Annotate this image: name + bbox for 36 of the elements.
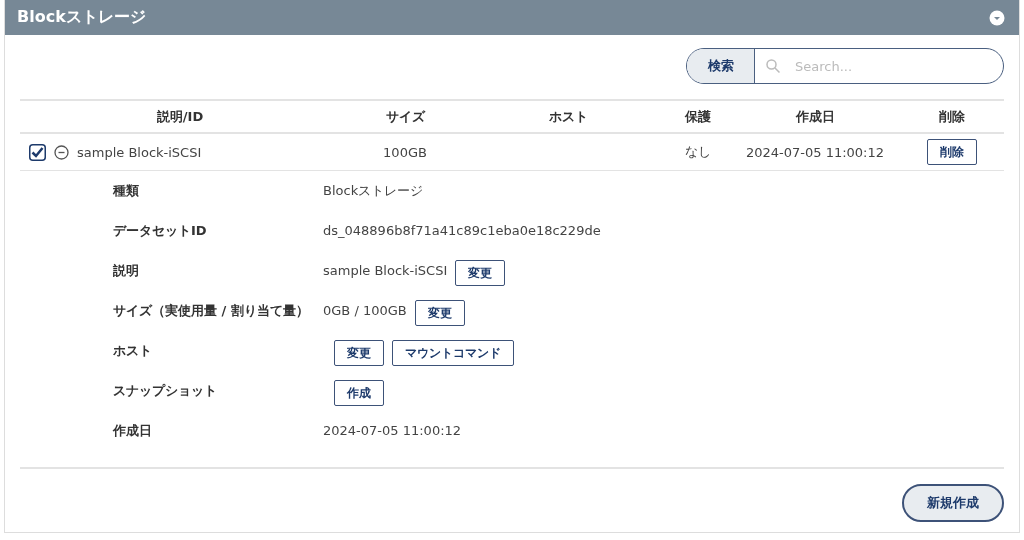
column-header: 作成日 <box>794 107 836 126</box>
action-button[interactable]: 変更 <box>414 300 465 326</box>
detail-value: ds_048896b8f71a41c89c1eba0e18c229de <box>323 222 601 240</box>
column-header: 削除 <box>938 107 966 126</box>
detail-value: 2024-07-05 11:00:12 <box>323 422 462 440</box>
detail-label: 作成日 <box>113 422 153 440</box>
column-header: 保護 <box>683 107 712 126</box>
checkbox[interactable] <box>29 143 46 161</box>
detail-label: 説明 <box>113 262 140 280</box>
detail-value: Blockストレージ <box>323 182 424 200</box>
action-button[interactable]: 作成 <box>334 380 384 406</box>
detail-value: sample Block-iSCSI <box>323 262 448 280</box>
detail-label: スナップショット <box>113 382 218 400</box>
search-icon <box>765 58 781 74</box>
action-button[interactable]: 変更 <box>334 340 384 366</box>
table-cell: なし <box>685 143 711 161</box>
collapse-icon[interactable] <box>989 9 1005 26</box>
detail-label: ホスト <box>113 342 153 360</box>
detail-label: 種類 <box>113 182 140 200</box>
table-cell: 2024-07-05 11:00:12 <box>745 144 885 160</box>
search-field[interactable]: Search... <box>793 57 977 75</box>
column-header: サイズ <box>384 107 427 126</box>
column-header: ホスト <box>547 107 589 126</box>
action-button[interactable]: 変更 <box>455 260 506 286</box>
table-cell: sample Block-iSCSI <box>77 144 202 160</box>
column-header: 説明/ID <box>155 107 205 126</box>
action-button[interactable]: マウントコマンド <box>392 340 514 366</box>
create-button[interactable]: 新規作成 <box>902 484 1004 522</box>
panel-title: Blockストレージ <box>17 7 146 28</box>
detail-label: データセットID <box>113 222 208 240</box>
detail-value: 0GB / 100GB <box>323 302 407 320</box>
collapse-icon[interactable] <box>54 144 69 160</box>
table-cell: 100GB <box>383 144 427 160</box>
delete-button[interactable]: 削除 <box>927 139 977 165</box>
search-button[interactable]: 検索 <box>687 49 755 83</box>
detail-label: サイズ（実使用量 / 割り当て量） <box>113 302 310 320</box>
